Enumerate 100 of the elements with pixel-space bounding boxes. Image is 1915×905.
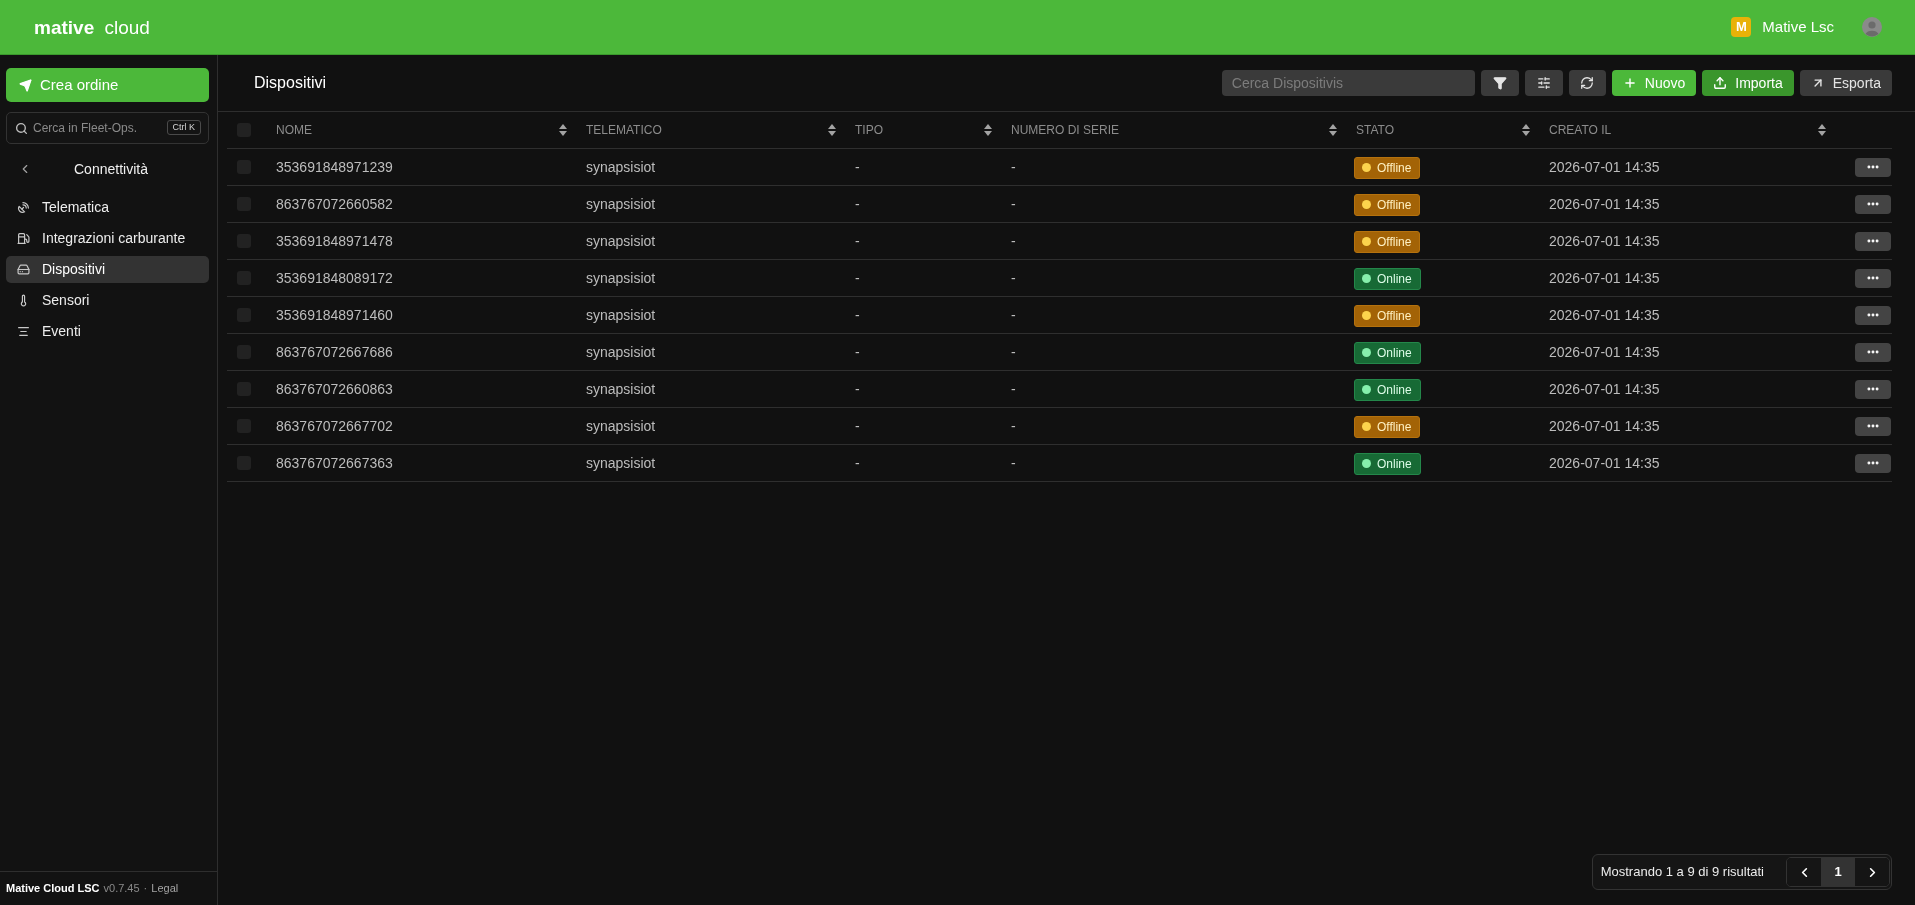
- table-cell: 353691848971239: [276, 159, 393, 175]
- table-cell: 2026-07-01 14:35: [1549, 381, 1660, 397]
- table-cell: -: [1011, 233, 1016, 249]
- status-text: Offline: [1377, 159, 1412, 177]
- table-cell: 2026-07-01 14:35: [1549, 196, 1660, 212]
- table-cell: synapsisiot: [586, 233, 656, 249]
- table-cell: -: [855, 307, 860, 323]
- table-cell: -: [1011, 455, 1016, 471]
- row-actions-button[interactable]: [1855, 231, 1891, 251]
- search-field[interactable]: Cerca Dispositivis: [1221, 70, 1475, 96]
- nav-item[interactable]: Eventi: [6, 318, 209, 345]
- table-cell: synapsisiot: [586, 418, 656, 434]
- table-cell: synapsisiot: [586, 196, 656, 212]
- table-cell: -: [1011, 307, 1016, 323]
- table-cell: 353691848971478: [276, 233, 393, 249]
- table-cell: 2026-07-01 14:35: [1549, 455, 1660, 471]
- table-cell: -: [1011, 381, 1016, 397]
- column-header[interactable]: NUMERO DI SERIE: [1011, 121, 1119, 139]
- column-header[interactable]: STATO: [1356, 121, 1394, 139]
- sort-icon[interactable]: [1818, 124, 1826, 136]
- row-actions-button[interactable]: [1855, 453, 1891, 473]
- table-cell: -: [855, 344, 860, 360]
- sort-icon[interactable]: [1522, 124, 1530, 136]
- status-text: Offline: [1377, 233, 1412, 251]
- plus-icon: [1622, 76, 1637, 90]
- status-text: Offline: [1377, 307, 1412, 325]
- toolbar-button[interactable]: Importa: [1702, 70, 1794, 96]
- table-cell: -: [1011, 418, 1016, 434]
- table-cell: synapsisiot: [586, 307, 656, 323]
- table-cell: synapsisiot: [586, 344, 656, 360]
- sort-icon[interactable]: [984, 124, 992, 136]
- refresh-icon: [1580, 76, 1595, 90]
- table-cell: -: [855, 455, 860, 471]
- sort-icon[interactable]: [1329, 124, 1337, 136]
- status-text: Online: [1377, 381, 1412, 399]
- filter-button[interactable]: [1480, 70, 1519, 96]
- send-icon: [19, 78, 32, 92]
- table-cell: synapsisiot: [586, 455, 656, 471]
- page-title: Dispositivi: [254, 73, 326, 93]
- page-button[interactable]: 1: [1821, 858, 1855, 886]
- lines-icon: [17, 325, 30, 338]
- nav-item[interactable]: Telematica: [6, 194, 209, 221]
- refresh-button[interactable]: [1568, 70, 1606, 96]
- table-cell: -: [1011, 270, 1016, 286]
- status-text: Offline: [1377, 196, 1412, 214]
- drive-icon: [17, 263, 30, 276]
- table-cell: synapsisiot: [586, 381, 656, 397]
- row-actions-button[interactable]: [1855, 342, 1891, 362]
- status-text: Online: [1377, 344, 1412, 362]
- nav-item[interactable]: Sensori: [6, 287, 209, 314]
- table-cell: 863767072660863: [276, 381, 393, 397]
- table-cell: -: [855, 159, 860, 175]
- table-cell: -: [855, 270, 860, 286]
- status-text: Offline: [1377, 418, 1412, 436]
- table-cell: 863767072667702: [276, 418, 393, 434]
- table-cell: -: [1011, 344, 1016, 360]
- row-actions-button[interactable]: [1855, 268, 1891, 288]
- table-cell: 863767072667686: [276, 344, 393, 360]
- upload-icon: [1713, 76, 1728, 90]
- fuel-pump-icon: [17, 232, 30, 245]
- legal-link[interactable]: Legal: [151, 880, 179, 897]
- nav-item[interactable]: Dispositivi: [6, 256, 209, 283]
- filter-icon: [1492, 76, 1507, 90]
- table-cell: 353691848089172: [276, 270, 393, 286]
- row-actions-button[interactable]: [1855, 157, 1891, 177]
- sort-icon[interactable]: [559, 124, 567, 136]
- column-header[interactable]: TIPO: [855, 121, 883, 139]
- table-cell: 2026-07-01 14:35: [1549, 270, 1660, 286]
- row-actions-button[interactable]: [1855, 379, 1891, 399]
- table-cell: -: [855, 381, 860, 397]
- nav-item[interactable]: Integrazioni carburante: [6, 225, 209, 252]
- table-cell: -: [1011, 196, 1016, 212]
- column-settings-button[interactable]: [1524, 70, 1563, 96]
- sliders-icon: [1536, 76, 1551, 90]
- row-actions-button[interactable]: [1855, 305, 1891, 325]
- table-cell: synapsisiot: [586, 159, 656, 175]
- satellite-dish-icon: [17, 201, 30, 214]
- results-summary: Mostrando 1 a 9 di 9 risultati: [1600, 863, 1764, 882]
- org-initial-badge: M: [1731, 17, 1752, 37]
- table-cell: 863767072660582: [276, 196, 393, 212]
- table-cell: 2026-07-01 14:35: [1549, 307, 1660, 323]
- column-header[interactable]: NOME: [276, 121, 312, 139]
- row-actions-button[interactable]: [1855, 194, 1891, 214]
- status-text: Online: [1377, 455, 1412, 473]
- sort-icon[interactable]: [828, 124, 836, 136]
- table-cell: -: [1011, 159, 1016, 175]
- table-cell: 2026-07-01 14:35: [1549, 233, 1660, 249]
- separator-text: ·: [143, 881, 148, 897]
- keyboard-shortcut: Ctrl K: [166, 120, 201, 135]
- column-header[interactable]: TELEMATICO: [586, 121, 662, 139]
- table-cell: 863767072667363: [276, 455, 393, 471]
- table-cell: -: [855, 233, 860, 249]
- row-actions-button[interactable]: [1855, 416, 1891, 436]
- table-cell: -: [855, 418, 860, 434]
- column-header[interactable]: CREATO IL: [1549, 121, 1612, 139]
- section-title: Connettività: [74, 159, 148, 179]
- table-cell: -: [855, 196, 860, 212]
- table-cell: 353691848971460: [276, 307, 393, 323]
- toolbar-button[interactable]: Esporta: [1799, 70, 1892, 96]
- version-text: v0.7.45: [103, 881, 140, 897]
